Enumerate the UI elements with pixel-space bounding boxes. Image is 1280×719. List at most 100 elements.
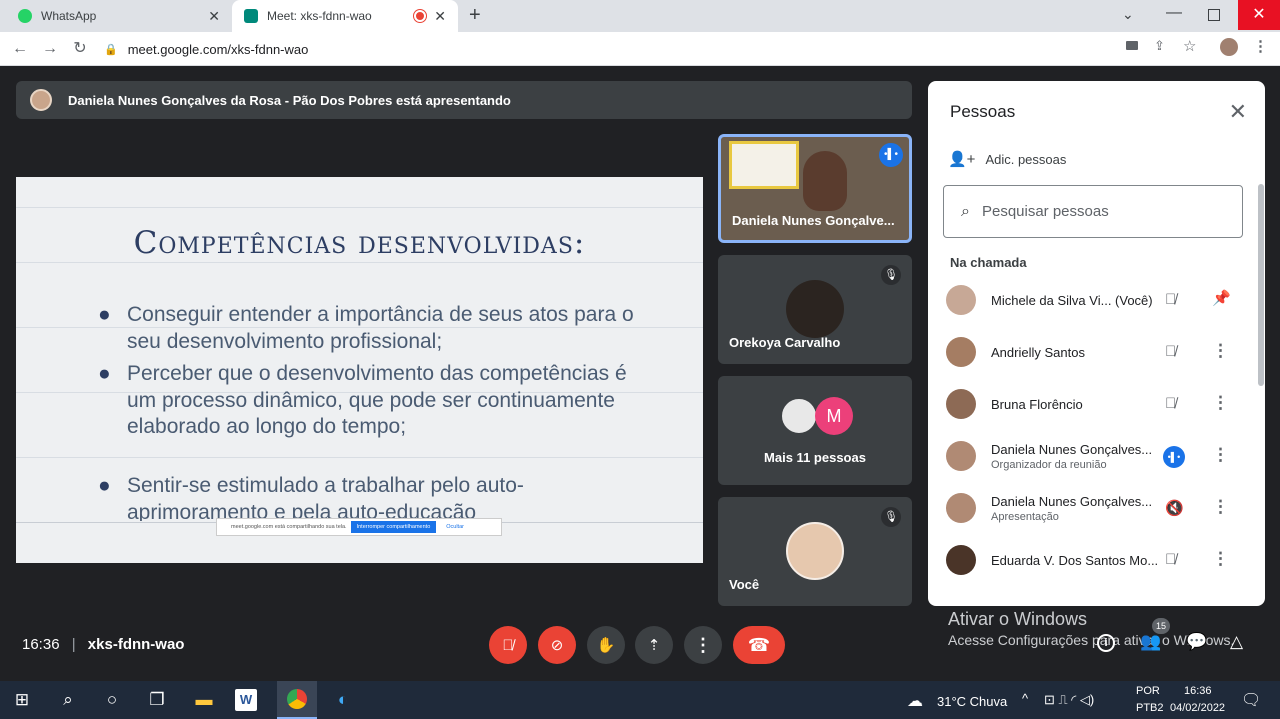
list-item[interactable]: Michele da Silva Vi... (Você) 🎙̸ 📌 (946, 275, 1246, 327)
slide-line (16, 457, 703, 458)
browser-tab-strip: WhatsApp ✕ Meet: xks-fdnn-wao ✕ + ⌄ — ✕ (0, 0, 1280, 32)
tab-label: WhatsApp (41, 9, 97, 23)
avatar (786, 522, 844, 580)
scrollbar[interactable] (1258, 184, 1264, 386)
more-options-icon[interactable]: ⋮ (1212, 497, 1229, 517)
avatar (946, 441, 976, 471)
participant-tile[interactable]: •▌• Daniela Nunes Gonçalve... (718, 134, 912, 243)
chevron-down-icon[interactable]: ⌄ (1122, 6, 1134, 23)
meeting-info: 16:36 | xks-fdnn-wao (22, 636, 185, 653)
edge-icon[interactable]: ◐ (328, 685, 358, 715)
avatar (946, 285, 976, 315)
participant-tile[interactable]: 🎙 Orekoya Carvalho (718, 255, 912, 364)
list-item[interactable]: Andrielly Santos 🎙̸ ⋮ (946, 327, 1246, 379)
list-item[interactable]: Daniela Nunes Gonçalves... Apresentação … (946, 483, 1246, 535)
presenter-banner: Daniela Nunes Gonçalves da Rosa - Pão Do… (16, 81, 912, 119)
search-icon: ⌕ (961, 202, 970, 220)
camera-toggle-button[interactable]: ⊘ (538, 626, 576, 664)
forward-icon[interactable]: → (38, 37, 62, 61)
mic-toggle-button[interactable]: 🎙̸ (489, 626, 527, 664)
list-item[interactable]: Daniela Nunes Gonçalves... Organizador d… (946, 431, 1246, 483)
word-icon[interactable]: W (235, 689, 257, 711)
profile-avatar[interactable] (1220, 38, 1238, 56)
avatar (786, 280, 844, 338)
tile-name: Mais 11 pessoas (764, 450, 866, 465)
participant-tile[interactable]: M Mais 11 pessoas (718, 376, 912, 485)
participant-video (803, 151, 847, 211)
back-icon[interactable]: ← (8, 37, 32, 61)
more-options-icon[interactable]: ⋮ (1212, 341, 1229, 361)
new-tab-button[interactable]: + (469, 4, 481, 27)
reload-icon[interactable]: ↻ (68, 37, 92, 61)
language-indicator-sub[interactable]: PTB2 (1136, 702, 1164, 714)
participant-tile[interactable]: 🎙 Você (718, 497, 912, 606)
search-icon[interactable]: ⌕ (53, 685, 83, 715)
more-options-icon[interactable]: ⋮ (1212, 445, 1229, 465)
mic-off-icon[interactable]: 🎙̸ (1165, 291, 1176, 308)
avatar (946, 389, 976, 419)
minimize-button[interactable]: — (1166, 4, 1182, 22)
tile-name: Daniela Nunes Gonçalve... (732, 213, 895, 228)
close-icon[interactable]: ✕ (1229, 99, 1247, 125)
mic-off-icon[interactable]: 🎙̸ (1165, 395, 1176, 412)
mic-off-icon[interactable]: 🎙̸ (1165, 551, 1176, 568)
slide-title: Competências desenvolvidas: (133, 225, 586, 261)
close-icon[interactable]: ✕ (434, 8, 446, 25)
notification-icon[interactable]: 🗨 (1241, 690, 1261, 710)
cortana-icon[interactable]: ○ (97, 685, 127, 715)
language-indicator[interactable]: POR (1136, 685, 1160, 697)
restore-button[interactable] (1208, 9, 1220, 21)
slide-bullet: ● Sentir-se estimulado a trabalhar pelo … (98, 474, 524, 521)
hide-button[interactable]: Ocultar (446, 524, 464, 530)
star-icon[interactable]: ☆ (1183, 37, 1196, 55)
more-options-icon[interactable]: ⋮ (1212, 393, 1229, 413)
mic-off-icon[interactable]: 🎙̸ (1165, 343, 1176, 360)
weather-text[interactable]: 31°C Chuva (937, 694, 1007, 709)
windows-start-icon[interactable]: ⊞ (7, 685, 37, 715)
file-explorer-icon[interactable]: ▬ (189, 685, 219, 715)
weather-icon[interactable]: ☁ (907, 691, 923, 711)
task-view-icon[interactable]: ❐ (142, 685, 172, 715)
slide-line (16, 262, 703, 263)
chat-icon[interactable]: 💬 (1186, 632, 1207, 652)
lock-icon: 🔒 (104, 43, 118, 56)
person-name: Daniela Nunes Gonçalves... (991, 442, 1153, 457)
camera-icon[interactable] (1126, 41, 1138, 50)
participants-badge: 15 (1152, 618, 1170, 634)
person-name: Bruna Florêncio (991, 397, 1083, 412)
present-button[interactable]: ⇡ (635, 626, 673, 664)
tab-label: Meet: xks-fdnn-wao (267, 9, 372, 23)
list-item[interactable]: Bruna Florêncio 🎙̸ ⋮ (946, 379, 1246, 431)
end-call-button[interactable]: ☎ (733, 626, 785, 664)
close-window-button[interactable]: ✕ (1238, 0, 1280, 30)
stop-sharing-button[interactable]: Interromper compartilhamento (350, 521, 437, 533)
chrome-taskbar-button[interactable] (277, 681, 317, 719)
search-input[interactable]: ⌕ Pesquisar pessoas (943, 185, 1243, 238)
more-options-icon[interactable]: ⋮ (1212, 549, 1229, 569)
pin-icon[interactable]: 📌 (1212, 289, 1231, 307)
share-icon[interactable]: ⇪ (1154, 38, 1165, 54)
network-icon[interactable]: ⊡ ⎍ ◜ ◁) (1044, 692, 1094, 708)
tab-whatsapp[interactable]: WhatsApp ✕ (0, 0, 232, 32)
info-icon[interactable]: i (1097, 634, 1115, 652)
background-board (729, 141, 799, 189)
close-icon[interactable]: ✕ (208, 8, 220, 25)
tray-chevron-icon[interactable]: ^ (1022, 691, 1028, 706)
avatar (946, 545, 976, 575)
mic-off-icon: 🎙 (881, 265, 901, 285)
address-bar[interactable]: 🔒 meet.google.com/xks-fdnn-wao (104, 36, 1114, 62)
audio-off-icon[interactable]: 🔇 (1165, 499, 1184, 517)
more-options-button[interactable]: ⋮ (684, 626, 722, 664)
activities-icon[interactable]: △ (1230, 632, 1243, 652)
taskbar-time[interactable]: 16:36 (1184, 685, 1212, 697)
list-item[interactable]: Eduarda V. Dos Santos Mo... 🎙̸ ⋮ (946, 535, 1246, 587)
taskbar-date[interactable]: 04/02/2022 (1170, 702, 1225, 714)
meet-icon (244, 9, 258, 23)
add-people-button[interactable]: 👤+ Adic. pessoas (948, 150, 1066, 168)
tab-meet[interactable]: Meet: xks-fdnn-wao ✕ (232, 0, 458, 32)
speaking-icon: •▌• (1163, 446, 1185, 468)
raise-hand-button[interactable]: ✋ (587, 626, 625, 664)
menu-icon[interactable]: ⋮ (1253, 37, 1268, 55)
people-icon[interactable]: 👥 (1140, 632, 1161, 652)
meeting-time: 16:36 (22, 636, 60, 653)
